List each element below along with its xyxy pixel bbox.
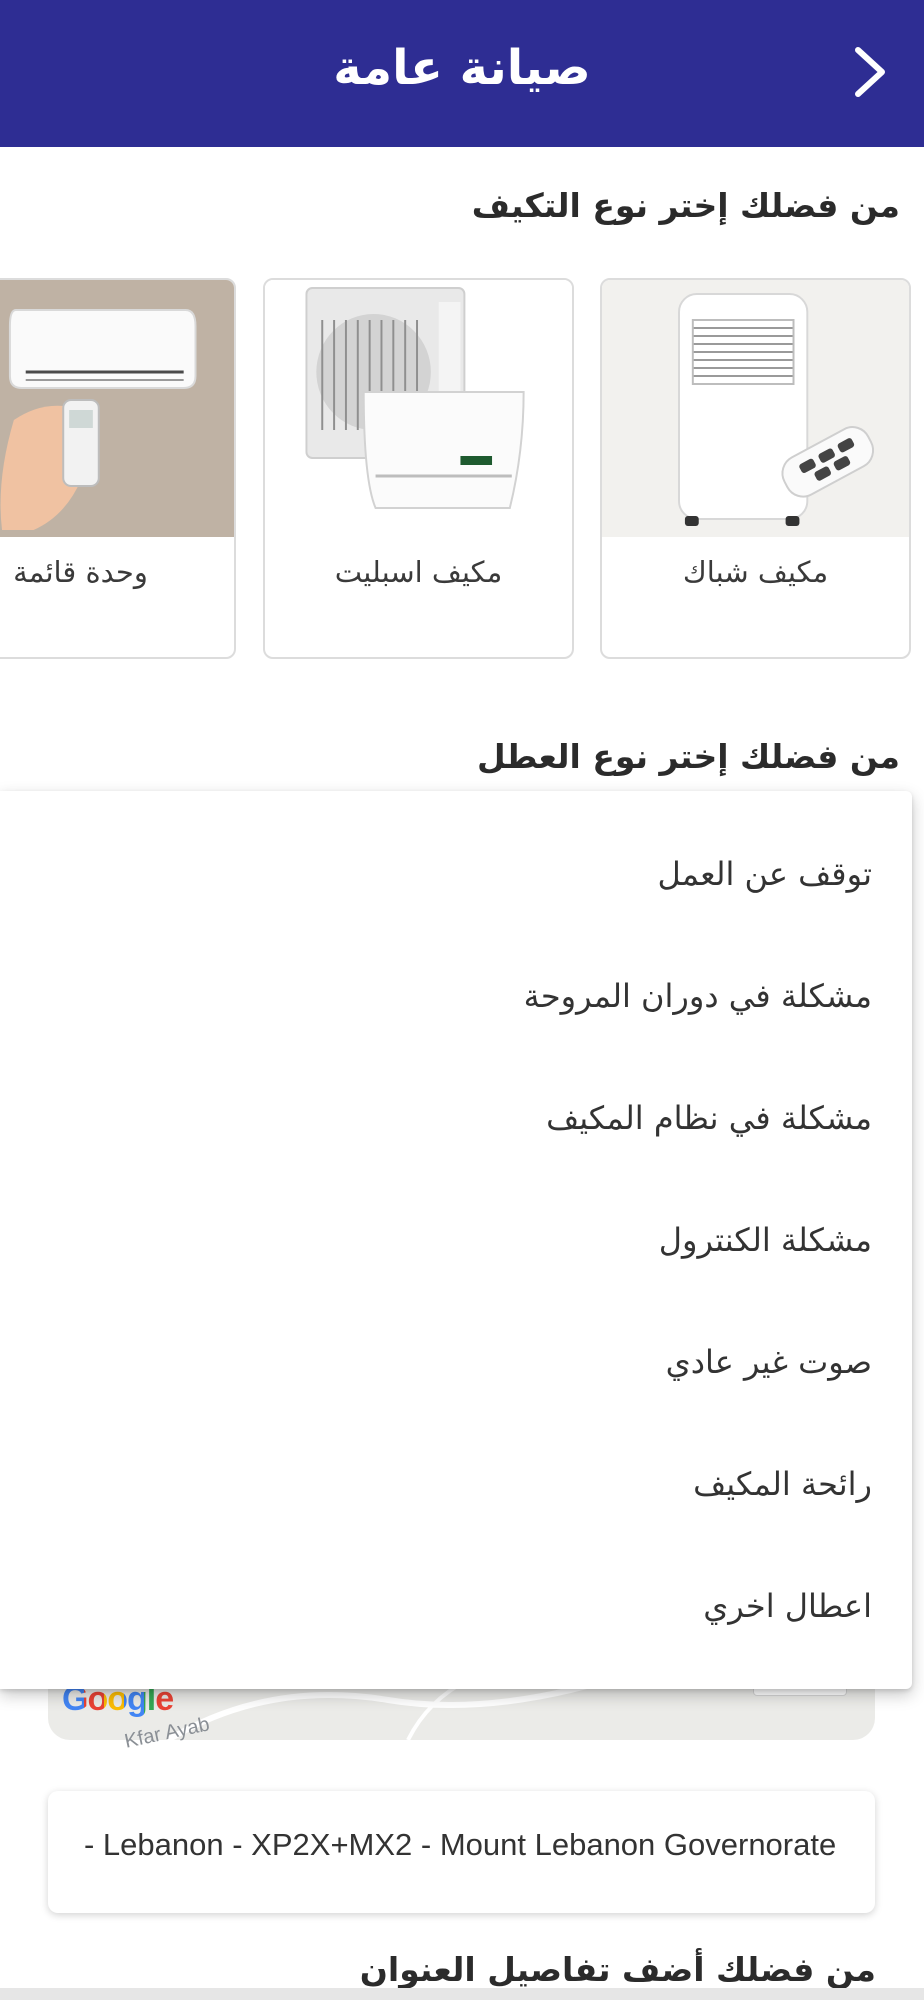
ac-type-card-label: وحدة قائمة: [13, 555, 148, 589]
ac-type-card-label: مكيف شباك: [682, 555, 829, 589]
fault-option[interactable]: مشكلة في نظام المكيف: [546, 1088, 872, 1148]
fault-option[interactable]: توقف عن العمل: [658, 844, 872, 904]
fault-option[interactable]: اعطال اخري: [703, 1576, 872, 1636]
ac-type-heading: من فضلك إختر نوع التكيف: [471, 186, 900, 225]
back-button[interactable]: [840, 40, 900, 104]
fault-option[interactable]: مشكلة في دوران المروحة: [524, 966, 872, 1026]
fault-type-heading: من فضلك إختر نوع العطل: [476, 737, 900, 776]
screen: صيانة عامة من فضلك إختر نوع التكيف مكيف …: [0, 0, 924, 2000]
split-ac-image: [265, 280, 572, 537]
address-field[interactable]: - Lebanon - XP2X+MX2 - Mount Lebanon Gov…: [48, 1791, 875, 1913]
ac-type-card-standing[interactable]: وحدة قائمة: [0, 278, 236, 659]
wall-ac-remote-image: [0, 280, 234, 537]
ac-type-card-label: مكيف اسبليت: [334, 555, 503, 589]
portable-ac-image: [602, 280, 909, 537]
chevron-right-icon: [855, 47, 885, 97]
fault-type-dropdown: توقف عن العمل مشكلة في دوران المروحة مشك…: [0, 791, 912, 1689]
fault-option[interactable]: صوت غير عادي: [666, 1332, 872, 1392]
fault-option[interactable]: رائحة المكيف: [693, 1454, 872, 1514]
ac-type-card-split[interactable]: مكيف اسبليت: [263, 278, 574, 659]
bottom-bar: [0, 1988, 924, 2000]
page-title: صيانة عامة: [333, 40, 591, 96]
app-header: صيانة عامة: [0, 0, 924, 147]
address-value: - Lebanon - XP2X+MX2 - Mount Lebanon Gov…: [84, 1827, 837, 1862]
address-details-heading: من فضلك أضف تفاصيل العنوان: [359, 1950, 876, 1989]
fault-option[interactable]: مشكلة الكنترول: [659, 1210, 872, 1270]
ac-type-card-window[interactable]: مكيف شباك: [600, 278, 911, 659]
